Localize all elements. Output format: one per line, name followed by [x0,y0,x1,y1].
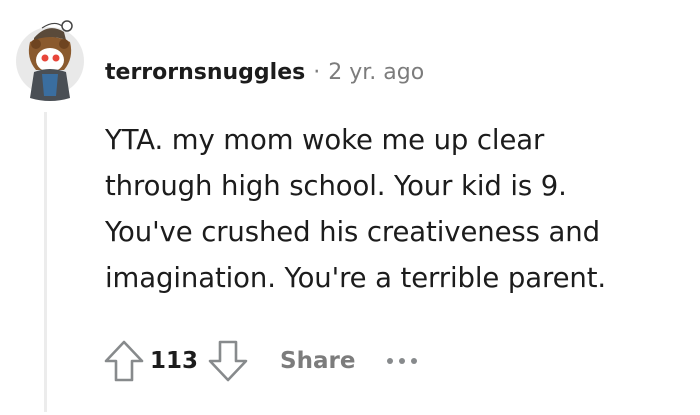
meta-separator: · [313,59,321,85]
ellipsis-dot-icon [411,358,418,364]
comment-body-line: through high school. Your kid is 9. [105,170,567,202]
ellipsis-dot-icon [399,358,406,364]
timestamp[interactable]: 2 yr. ago [328,60,424,85]
comment: terrornsnuggles · 2 yr. ago YTA. my mom … [0,0,700,415]
downvote-arrow-icon [208,340,248,382]
comment-actions: 113 Share [100,337,418,385]
comment-body-line: imagination. You're a terrible parent. [105,262,607,294]
comment-body-line: You've crushed his creativeness and [105,216,600,248]
username[interactable]: terrornsnuggles [105,60,305,85]
share-button[interactable]: Share [280,344,355,378]
upvote-arrow-icon [104,340,144,382]
comment-body: YTA. my mom woke me up clear through hig… [105,117,690,301]
downvote-button[interactable] [204,337,252,385]
more-options-button[interactable] [387,337,418,385]
thread-line[interactable] [44,112,47,412]
ellipsis-dot-icon [387,358,394,364]
comment-meta: terrornsnuggles · 2 yr. ago [105,54,424,90]
comment-body-line: YTA. my mom woke me up clear [105,124,545,156]
upvote-button[interactable] [100,337,148,385]
user-avatar[interactable] [12,14,84,104]
vote-score: 113 [150,348,199,374]
